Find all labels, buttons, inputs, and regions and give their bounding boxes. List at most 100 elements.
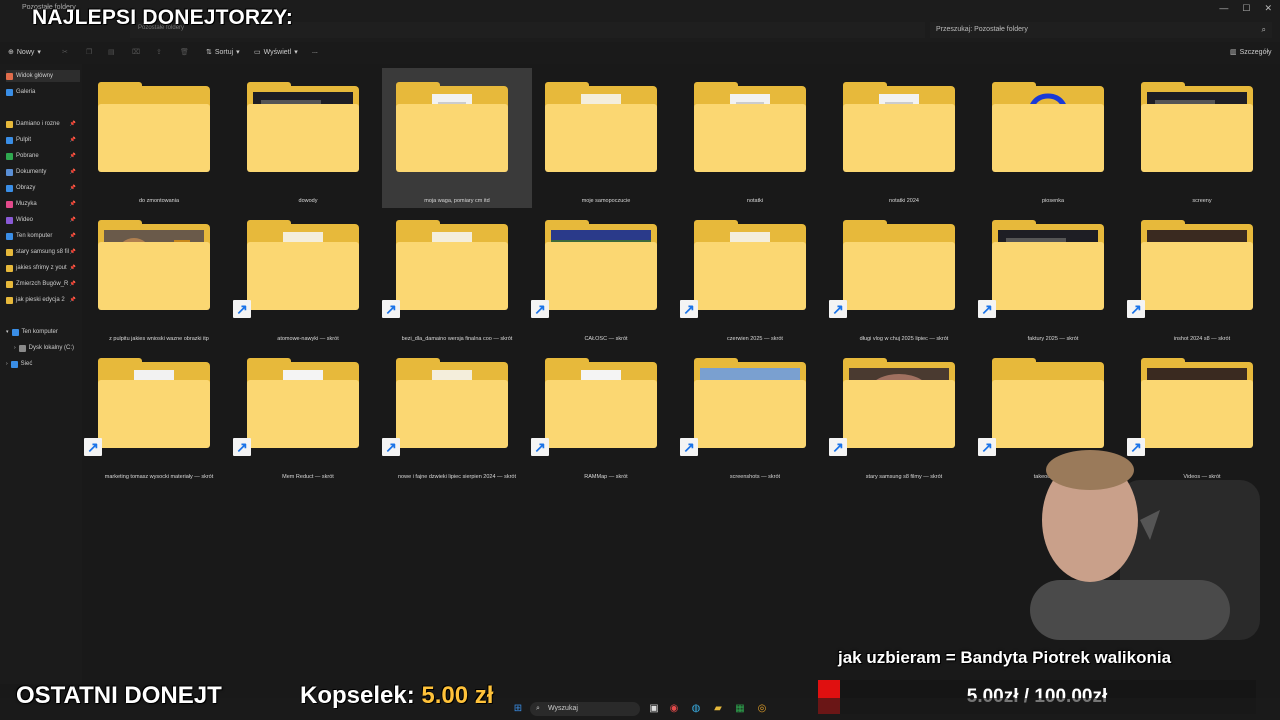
folder-front	[247, 242, 359, 310]
task-view-icon[interactable]: ▣	[648, 703, 660, 715]
folder-front	[694, 380, 806, 448]
cut-button[interactable]: ✂	[62, 48, 68, 56]
sidebar-item-network[interactable]: › Sieć	[6, 358, 80, 370]
folder-icon	[6, 280, 13, 288]
folder-front	[694, 104, 806, 172]
sidebar-item-this-pc[interactable]: ▾ Ten komputer	[6, 326, 80, 338]
sidebar-item-samsung[interactable]: stary samsung s8 fil 📌	[6, 246, 80, 258]
folder-icon	[6, 296, 13, 304]
windows-start-icon[interactable]: ⊞	[512, 703, 524, 715]
folder-front	[843, 242, 955, 310]
paste-icon: ▤	[108, 49, 115, 56]
share-button[interactable]: ⇪	[156, 48, 162, 56]
folder-item[interactable]: ↗ nowe i fajne dzwieki lipiec sierpien 20…	[382, 344, 532, 484]
folder-item[interactable]: ↗ faktury 2025 — skrót	[978, 206, 1128, 346]
folder-item[interactable]: ↗ marketing tomasz wysocki materiały — sk…	[84, 344, 234, 484]
folder-item[interactable]: ↗ długi vlog w chuj 2025 lipiec — skrót	[829, 206, 979, 346]
folder-item[interactable]: screeny	[1127, 68, 1277, 208]
sidebar-item-zmierzch[interactable]: Zmierzch Bugów_R 📌	[6, 278, 80, 290]
folder-item[interactable]: ↗ CAŁOŚĆ — skrót	[531, 206, 681, 346]
search-placeholder: Przeszukaj: Pozostałe foldery	[936, 26, 1028, 33]
sidebar-item-label: Pobrane	[16, 153, 39, 159]
minimize-icon[interactable]: —	[1219, 3, 1228, 14]
shortcut-arrow-icon: ↗	[680, 438, 698, 456]
sidebar-item-label: stary samsung s8 fil	[16, 249, 70, 255]
folder-front	[843, 104, 955, 172]
folder-front	[98, 380, 210, 448]
folder-item[interactable]: ↗ stary samsung s8 filmy — skrót	[829, 344, 979, 484]
rename-button[interactable]: ⌧	[132, 48, 140, 56]
taskbar-search-label: Wyszukaj	[548, 705, 578, 712]
folder-front	[98, 242, 210, 310]
folder-item[interactable]: notatki 2024	[829, 68, 979, 208]
more-icon: ...	[312, 48, 318, 55]
edge-icon[interactable]: ◍	[690, 703, 702, 715]
paste-button[interactable]: ▤	[108, 48, 115, 56]
chevron-down-icon: ▾	[236, 49, 240, 56]
sidebar-item-gallery[interactable]: Galeria	[6, 86, 80, 98]
file-explorer-icon[interactable]: ▰	[712, 703, 724, 715]
shortcut-arrow-icon: ↗	[829, 438, 847, 456]
shortcut-arrow-icon: ↗	[233, 300, 251, 318]
folder-item[interactable]: ↗ RAMMap — skrót	[531, 344, 681, 484]
close-icon[interactable]: ✕	[1264, 3, 1272, 14]
sidebar-item-yt-films[interactable]: jakies sfrimy z yout 📌	[6, 262, 80, 274]
sidebar-item-label: Widok główny	[16, 73, 54, 79]
webcam-feed	[1010, 440, 1260, 640]
folder-front	[545, 242, 657, 310]
home-icon	[6, 72, 13, 80]
search-icon: ⌕	[1261, 25, 1266, 34]
sidebar-item-label: Wideo	[16, 217, 34, 223]
folder-item[interactable]: notatki	[680, 68, 830, 208]
chrome-icon[interactable]: ◎	[756, 703, 768, 715]
folder-item[interactable]: do zmontowania	[84, 68, 234, 208]
folder-item[interactable]: z pulpitu jakies wnioski wazne obrazki i…	[84, 206, 234, 346]
folder-front	[992, 380, 1104, 448]
sort-button[interactable]: ⇅ Sortuj ▾	[206, 48, 240, 57]
folder-item[interactable]: dowody	[233, 68, 383, 208]
folder-item[interactable]: ↗ inshot 2024 s8 — skrót	[1127, 206, 1277, 346]
sidebar-item-this-pc-pinned[interactable]: Ten komputer 📌	[6, 230, 80, 242]
folder-item[interactable]: moja waga, pomiary cm itd	[382, 68, 532, 208]
view-label: Wyświetl	[263, 48, 292, 56]
sidebar-item-home[interactable]: Widok główny	[6, 70, 80, 82]
new-button[interactable]: ⊕ Nowy ▾	[8, 48, 41, 57]
app-icon[interactable]: ▦	[734, 703, 746, 715]
folder-label: notatki	[746, 198, 764, 204]
folder-item[interactable]: ↗ screenshots — skrót	[680, 344, 830, 484]
taskbar-search[interactable]: ⌕ Wyszukaj	[530, 702, 640, 716]
sidebar-item-local-disk[interactable]: › Dysk lokalny (C:)	[14, 342, 80, 354]
details-button[interactable]: ▥ Szczegóły	[1230, 48, 1272, 57]
sidebar-item-pieski[interactable]: jak pieski edycja 2 📌	[6, 294, 80, 306]
search-input[interactable]: Przeszukaj: Pozostałe foldery ⌕	[930, 22, 1272, 38]
sidebar-item-music[interactable]: Muzyka 📌	[6, 198, 80, 210]
delete-button[interactable]: 🗑	[180, 48, 189, 56]
app-icon[interactable]: ◉	[668, 703, 680, 715]
folder-item[interactable]: ↗ czerwien 2025 — skrót	[680, 206, 830, 346]
view-button[interactable]: ▭ Wyświetl ▾	[254, 48, 298, 57]
folder-label: bezi_dla_damaino wersja finalna coo — sk…	[401, 336, 513, 342]
shortcut-arrow-icon: ↗	[382, 438, 400, 456]
sidebar-item-pictures[interactable]: Obrazy 📌	[6, 182, 80, 194]
folder-label: stary samsung s8 filmy — skrót	[865, 474, 943, 480]
sidebar-item-documents[interactable]: Dokumenty 📌	[6, 166, 80, 178]
navigation-pane: Widok główny Galeria Damiano i rozne 📌 P…	[0, 64, 82, 684]
sidebar-item-desktop[interactable]: Pulpit 📌	[6, 134, 80, 146]
sidebar-item-label: jakies sfrimy z yout	[16, 265, 67, 271]
more-button[interactable]: ...	[312, 48, 318, 55]
shortcut-arrow-icon: ↗	[1127, 300, 1145, 318]
sidebar-item-video[interactable]: Wideo 📌	[6, 214, 80, 226]
folder-item[interactable]: moje samopoczucie	[531, 68, 681, 208]
maximize-icon[interactable]: ☐	[1242, 3, 1250, 14]
sidebar-item-downloads[interactable]: Pobrane 📌	[6, 150, 80, 162]
folder-item[interactable]: ↗ bezi_dla_damaino wersja finalna coo — s…	[382, 206, 532, 346]
folder-label: notatki 2024	[889, 198, 919, 204]
shortcut-arrow-icon: ↗	[382, 300, 400, 318]
folder-item[interactable]: piosenka	[978, 68, 1128, 208]
sidebar-item-label: jak pieski edycja 2	[16, 297, 65, 303]
folder-item[interactable]: ↗ Mem Reduct — skrót	[233, 344, 383, 484]
trash-icon: 🗑	[180, 49, 189, 56]
sidebar-item-damiano[interactable]: Damiano i rozne 📌	[6, 118, 80, 130]
folder-item[interactable]: ↗ atomowe-nawyki — skrót	[233, 206, 383, 346]
copy-button[interactable]: ❐	[86, 48, 92, 56]
